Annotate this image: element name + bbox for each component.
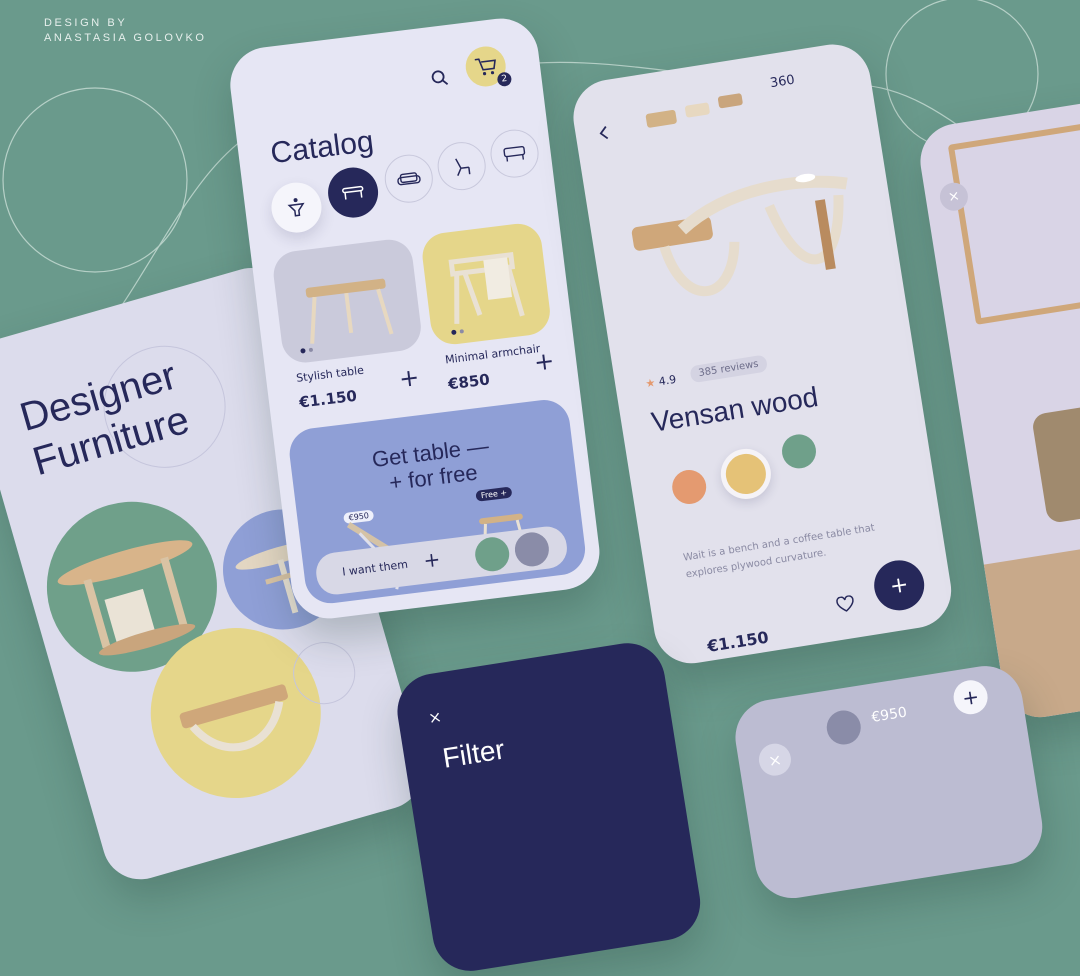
product-card-stylish-table[interactable] — [270, 236, 424, 366]
cart-sheet-thumb — [824, 708, 864, 747]
rotate-360-button[interactable]: 360 — [769, 73, 796, 92]
rotate-label: 360 — [768, 72, 796, 92]
ar-chair-image — [1031, 393, 1080, 525]
cart-button[interactable]: 2 — [463, 44, 513, 89]
add-to-cart-button[interactable]: + — [870, 556, 928, 614]
rating-value: 4.9 — [657, 372, 678, 389]
color-swatch-green[interactable] — [779, 431, 819, 471]
view-thumb-3[interactable] — [717, 92, 744, 109]
minimal-armchair-image — [448, 252, 525, 335]
cart-sheet-add-button[interactable]: + — [951, 677, 991, 717]
filter-icon — [287, 198, 305, 217]
filter-close-button[interactable]: × — [427, 707, 443, 728]
rating-row: ★ 4.9 — [645, 373, 678, 391]
reviews-badge[interactable]: 385 reviews — [689, 354, 768, 384]
catalog-title: Catalog — [268, 124, 376, 171]
filter-title: Filter — [440, 733, 507, 774]
cart-sheet-close-button[interactable]: × — [756, 741, 794, 778]
sofa-icon — [397, 172, 421, 186]
category-benches[interactable] — [487, 126, 542, 181]
back-button[interactable] — [588, 117, 620, 149]
cart-sheet-price: €950 — [870, 704, 909, 726]
promo-cta-plus-icon: + — [422, 546, 442, 573]
product-price-minimal-armchair: €850 — [447, 370, 491, 394]
cart-count: 2 — [500, 73, 508, 85]
stylish-table-image — [300, 278, 394, 354]
search-icon — [431, 70, 449, 85]
category-chairs[interactable] — [434, 139, 489, 193]
category-filter[interactable] — [268, 179, 325, 236]
star-icon: ★ — [644, 376, 657, 391]
chevron-left-icon — [599, 126, 609, 140]
promo-thumb-2 — [512, 530, 551, 569]
product-price-stylish-table: €1.150 — [298, 386, 358, 412]
favorite-button[interactable] — [828, 587, 862, 621]
search-button[interactable] — [424, 63, 455, 94]
plus-icon: + — [888, 571, 911, 600]
table-icon — [342, 185, 364, 200]
vensan-wood-image — [631, 173, 848, 297]
category-tables[interactable] — [325, 164, 381, 221]
product-price: €1.150 — [705, 627, 770, 656]
heart-icon — [836, 595, 854, 612]
product-description: Wait is a bench and a coffee table that … — [682, 515, 905, 583]
reviews-count: 385 reviews — [697, 358, 760, 380]
promo-thumb-1 — [473, 535, 512, 574]
cart-count-badge: 2 — [496, 71, 513, 88]
ar-shelf-image — [947, 122, 1080, 325]
chair-icon — [455, 158, 471, 176]
add-minimal-armchair-button[interactable]: + — [532, 346, 555, 376]
cart-icon — [474, 58, 496, 76]
bench-icon — [503, 145, 526, 162]
product-name-stylish-table: Stylish table — [295, 363, 365, 385]
product-card-minimal-armchair[interactable] — [419, 221, 553, 347]
plus-icon: + — [960, 684, 981, 711]
promo-cta-label: I want them — [341, 557, 409, 579]
color-swatch-yellow[interactable] — [717, 445, 775, 503]
product-name-minimal-armchair: Minimal armchair — [444, 341, 541, 367]
category-sofas[interactable] — [382, 151, 436, 206]
color-swatch-orange[interactable] — [669, 467, 709, 507]
filter-screen: × Filter — [392, 637, 706, 976]
view-thumb-1[interactable] — [645, 109, 678, 129]
product-title: Vensan wood — [649, 380, 821, 438]
view-thumb-2[interactable] — [684, 102, 711, 118]
add-stylish-table-button[interactable]: + — [397, 363, 420, 393]
